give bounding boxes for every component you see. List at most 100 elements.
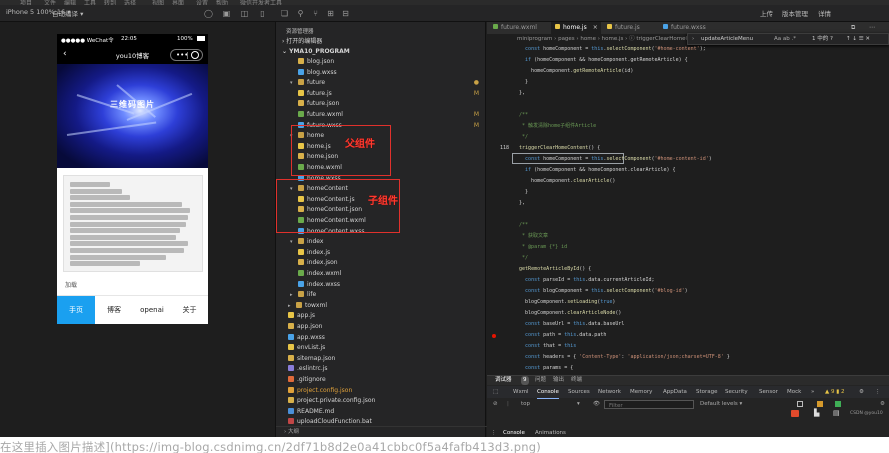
dock-icon[interactable] [797, 401, 803, 407]
file-item[interactable]: index.wxss [298, 280, 340, 290]
devtools-tab[interactable]: Storage [696, 386, 718, 398]
code-area[interactable]: const homeComponent = this.selectCompone… [487, 44, 889, 375]
panel-tab[interactable]: 问题 [535, 376, 546, 385]
log-levels-select[interactable]: Default levels ▾ [700, 399, 742, 410]
close-miniprogram-icon[interactable] [191, 51, 199, 59]
file-item[interactable]: .gitignore [288, 375, 326, 385]
source-control-icon[interactable]: ⑂ [311, 9, 320, 18]
open-editors-section[interactable]: › 打开的编辑器 [282, 37, 322, 47]
panel-tab[interactable]: 9 [521, 376, 529, 385]
nav-bar: ‹ you10博客 ••• [57, 45, 208, 64]
file-item[interactable]: index.wxml [298, 269, 341, 279]
panel-tab[interactable]: 输出 [553, 376, 564, 385]
file-item[interactable]: future.js [298, 89, 332, 99]
outline-section[interactable]: › 大纲 [276, 426, 487, 437]
devtools-tab[interactable]: Sources [568, 386, 590, 398]
status-icon[interactable] [835, 401, 841, 407]
find-toggle-icon[interactable]: › [692, 34, 694, 44]
devtools-tab[interactable]: AppData [663, 386, 687, 398]
panel-tab[interactable]: 调试器 [495, 376, 512, 385]
upload-button[interactable]: 上传 [760, 8, 773, 18]
inspect-icon[interactable]: ▙ [814, 410, 821, 417]
tab-openai[interactable]: openai [133, 296, 171, 324]
code-line: if (homeComponent && homeComponent.getRe… [525, 57, 688, 63]
devtools-tab[interactable]: Mock [787, 386, 801, 398]
inspect-element-icon[interactable]: ⬚ [493, 386, 498, 398]
settings-icon[interactable]: ⚙ [859, 386, 864, 398]
chevron-down-icon[interactable]: ▾ [290, 237, 296, 247]
console-settings-icon[interactable]: ⚙ [880, 399, 885, 410]
devtools-tab[interactable]: Network [598, 386, 621, 398]
file-item[interactable]: envList.js [288, 343, 325, 353]
file-item[interactable]: app.json [288, 322, 322, 332]
chevron-right-icon[interactable]: ▸ [288, 301, 294, 311]
find-input[interactable]: updateArticleMenu [701, 34, 753, 44]
device-toolbar-icon[interactable]: ▤ [833, 410, 840, 417]
find-options[interactable]: Aa ab .* [774, 34, 796, 44]
chevron-right-icon[interactable]: ▸ [290, 290, 296, 300]
file-item[interactable]: future.json [298, 99, 339, 109]
more-icon[interactable]: ⋮ [875, 386, 881, 398]
file-item[interactable]: app.js [288, 311, 315, 321]
panel-tab[interactable]: 终端 [571, 376, 582, 385]
context-select[interactable]: top [521, 399, 530, 410]
file-name: index [307, 238, 324, 246]
search-icon[interactable]: ⚲ [296, 9, 305, 18]
folder-item[interactable]: ▾ future [290, 78, 325, 88]
files-icon[interactable]: ❏ [280, 9, 289, 18]
devtools-tab[interactable]: Memory [630, 386, 652, 398]
file-item[interactable]: blog.wxss [298, 68, 337, 78]
editor-tab[interactable]: home.js × [551, 22, 601, 34]
js-file-icon [298, 89, 304, 96]
file-item[interactable]: blog.json [298, 57, 334, 67]
real-device-icon[interactable]: ◫ [240, 9, 249, 18]
editor-tab[interactable]: future.wxml [489, 22, 549, 34]
details-button[interactable]: 详情 [818, 8, 831, 18]
clear-cache-icon[interactable]: ▯ [258, 9, 267, 18]
compile-mode-select[interactable]: 自动编译 ▾ [52, 8, 83, 18]
context-dropdown-icon[interactable]: ▾ [577, 399, 580, 410]
file-item[interactable]: project.private.config.json [288, 396, 375, 406]
warning-count[interactable]: ▲ 9 ▮ 2 [825, 386, 845, 398]
file-item[interactable]: sitemap.json [288, 354, 335, 364]
json-file-icon [288, 397, 294, 404]
tab-about[interactable]: 关于 [171, 296, 208, 324]
editor-tab[interactable]: future.js [603, 22, 657, 34]
error-indicator-icon[interactable] [791, 410, 799, 417]
preview-icon[interactable]: ▣ [222, 9, 231, 18]
file-item[interactable]: index.js [298, 248, 330, 258]
code-line: if (homeComponent && homeComponent.clear… [525, 167, 676, 173]
file-item[interactable]: README.md [288, 407, 334, 417]
find-nav-icons[interactable]: ↑ ↓ ☰ ✕ [846, 34, 870, 44]
tab-home[interactable]: 手页 [57, 296, 95, 324]
file-item[interactable]: future.wxml [298, 110, 343, 120]
simulator-icon[interactable]: ◯ [204, 9, 213, 18]
folder-item[interactable]: ▾ index [290, 237, 323, 247]
file-item[interactable]: .eslintrc.js [288, 364, 328, 374]
eye-icon[interactable]: 👁 [593, 399, 600, 410]
breakpoint-icon[interactable] [492, 334, 496, 338]
extensions-icon[interactable]: ⊟ [341, 9, 350, 18]
folder-item[interactable]: ▸ life [290, 290, 316, 300]
load-more-text[interactable]: 加载 [65, 280, 77, 289]
close-tab-icon[interactable]: × [593, 24, 598, 31]
devtools-tab[interactable]: Security [725, 386, 748, 398]
version-button[interactable]: 版本管理 [782, 8, 808, 18]
file-item[interactable]: index.json [298, 258, 338, 268]
tab-blog[interactable]: 博客 [95, 296, 133, 324]
debug-icon[interactable]: ⊞ [326, 9, 335, 18]
capsule-menu[interactable]: ••• [170, 49, 203, 61]
folder-item[interactable]: ▸ towxml [288, 301, 327, 311]
warning-icon[interactable] [817, 401, 823, 407]
file-item[interactable]: project.config.json [288, 386, 352, 396]
file-item[interactable]: app.wxss [288, 333, 325, 343]
project-root[interactable]: ⌄ YMA10_PROGRAM [282, 47, 350, 57]
devtools-tab[interactable]: Sensor [759, 386, 778, 398]
console-clear-icon[interactable]: ⊘ [493, 399, 498, 410]
filter-input[interactable]: Filter [604, 400, 694, 409]
devtools-tab[interactable]: » [811, 386, 814, 398]
code-line [70, 254, 166, 260]
devtools-tab[interactable]: Console [537, 386, 559, 399]
chevron-down-icon[interactable]: ▾ [290, 78, 296, 88]
devtools-tab[interactable]: Wxml [513, 386, 529, 398]
